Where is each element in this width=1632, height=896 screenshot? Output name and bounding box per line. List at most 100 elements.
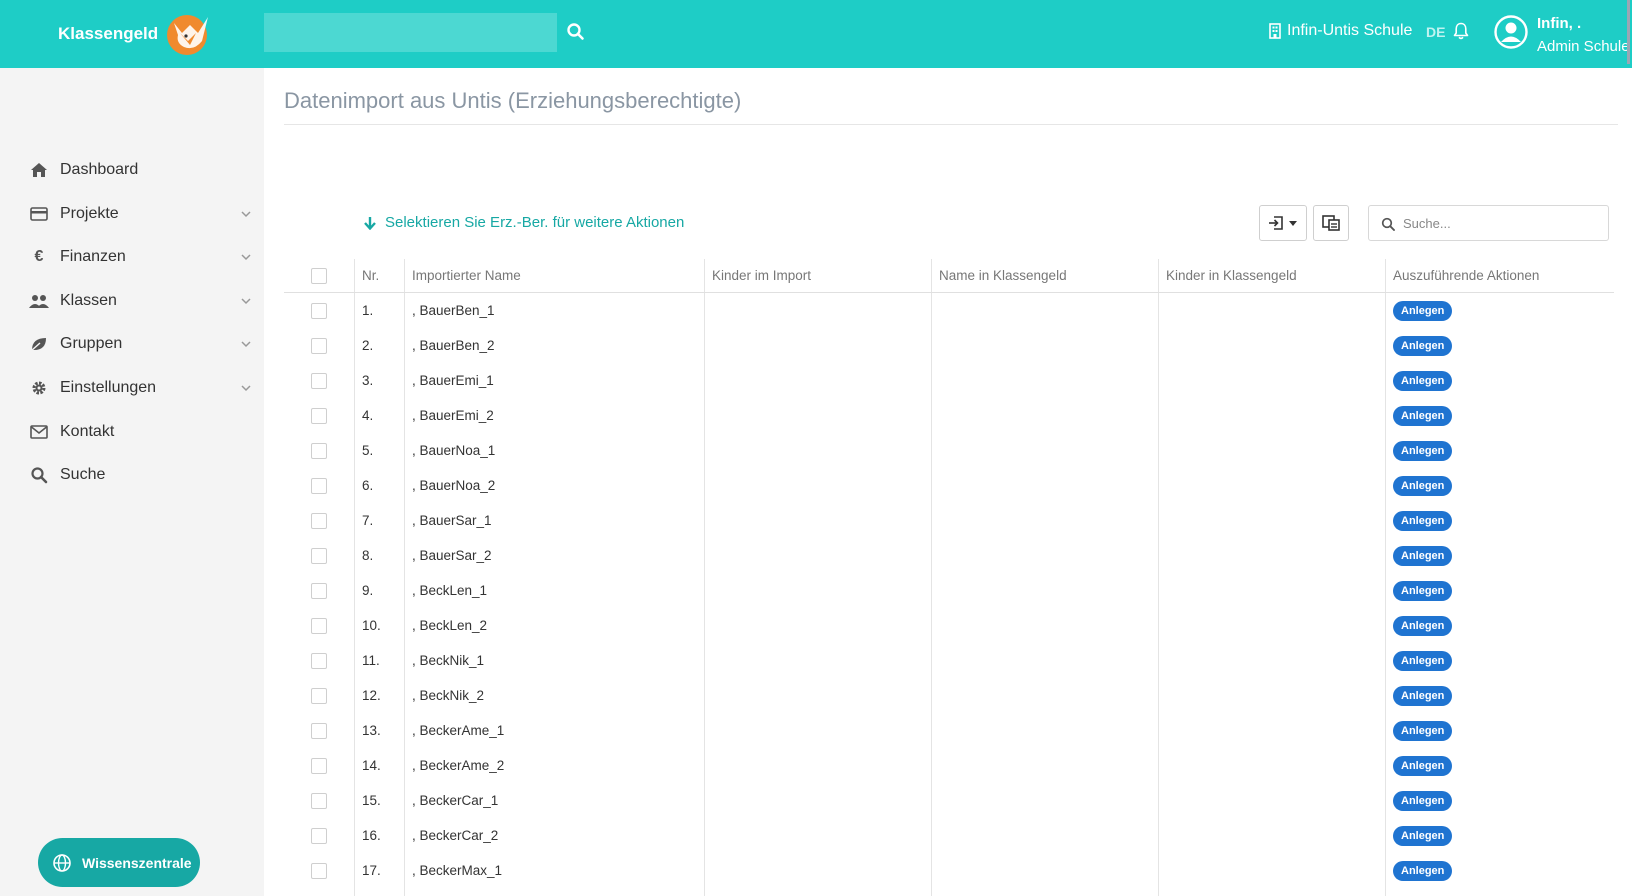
column-header-name-klassengeld[interactable]: Name in Klassengeld bbox=[931, 259, 1158, 292]
table-row[interactable]: 16. , BeckerCar_2 Anlegen bbox=[284, 818, 1614, 853]
row-checkbox[interactable] bbox=[311, 687, 327, 704]
user-name[interactable]: Infin, . bbox=[1537, 15, 1581, 32]
wissenszentrale-button[interactable]: Wissenszentrale bbox=[38, 838, 200, 887]
sidebar-item-dashboard[interactable]: Dashboard bbox=[0, 152, 264, 188]
name-klassengeld-cell bbox=[931, 818, 1158, 853]
table-row[interactable]: 11. , BeckNik_1 Anlegen bbox=[284, 643, 1614, 678]
row-checkbox[interactable] bbox=[311, 407, 327, 424]
sidebar-item-klassen[interactable]: Klassen bbox=[0, 283, 264, 319]
action-badge[interactable]: Anlegen bbox=[1393, 300, 1453, 321]
sidebar-item-einstellungen[interactable]: Einstellungen bbox=[0, 370, 264, 406]
sidebar-item-suche[interactable]: Suche bbox=[0, 457, 264, 493]
sidebar-item-finanzen[interactable]: € Finanzen bbox=[0, 239, 264, 275]
table-row[interactable]: 17. , BeckerMax_1 Anlegen bbox=[284, 853, 1614, 888]
scrollbar[interactable] bbox=[1627, 0, 1630, 64]
action-badge[interactable]: Anlegen bbox=[1393, 650, 1453, 671]
table-row[interactable]: 7. , BauerSar_1 Anlegen bbox=[284, 503, 1614, 538]
row-checkbox[interactable] bbox=[311, 547, 327, 564]
action-badge[interactable]: Anlegen bbox=[1393, 860, 1453, 881]
action-badge[interactable]: Anlegen bbox=[1393, 720, 1453, 741]
school-selector[interactable]: Infin-Untis Schule bbox=[1269, 22, 1412, 40]
sidebar-item-label: Projekte bbox=[60, 205, 119, 222]
row-number: 3. bbox=[362, 373, 374, 388]
search-icon bbox=[29, 465, 49, 485]
row-checkbox[interactable] bbox=[311, 722, 327, 739]
row-number: 14. bbox=[362, 758, 381, 773]
row-checkbox[interactable] bbox=[311, 862, 327, 879]
action-badge[interactable]: Anlegen bbox=[1393, 335, 1453, 356]
table-search-input[interactable] bbox=[1403, 212, 1599, 234]
sidebar-item-label: Dashboard bbox=[60, 161, 139, 178]
action-cell: Anlegen bbox=[1385, 573, 1614, 608]
page-title: Datenimport aus Untis (Erziehungsberecht… bbox=[284, 88, 742, 113]
row-checkbox[interactable] bbox=[311, 792, 327, 809]
action-badge[interactable]: Anlegen bbox=[1393, 545, 1453, 566]
select-all-cell bbox=[284, 259, 354, 292]
column-header-nr[interactable]: Nr. bbox=[354, 259, 404, 292]
global-search-input[interactable] bbox=[264, 13, 557, 52]
brand-name: Klassengeld bbox=[58, 24, 159, 43]
action-badge[interactable]: Anlegen bbox=[1393, 790, 1453, 811]
action-cell: Anlegen bbox=[1385, 468, 1614, 503]
action-badge[interactable]: Anlegen bbox=[1393, 755, 1453, 776]
table-row[interactable]: 15. , BeckerCar_1 Anlegen bbox=[284, 783, 1614, 818]
language-switch[interactable]: DE bbox=[1426, 24, 1445, 40]
row-number: 17. bbox=[362, 863, 381, 878]
sidebar-item-projekte[interactable]: Projekte bbox=[0, 196, 264, 232]
action-badge[interactable]: Anlegen bbox=[1393, 825, 1453, 846]
import-actions-button[interactable] bbox=[1259, 205, 1307, 241]
table-row[interactable]: 4. , BauerEmi_2 Anlegen bbox=[284, 398, 1614, 433]
action-badge[interactable]: Anlegen bbox=[1393, 615, 1453, 636]
sidebar-item-gruppen[interactable]: Gruppen bbox=[0, 326, 264, 362]
gear-icon bbox=[29, 378, 49, 398]
row-checkbox[interactable] bbox=[311, 337, 327, 354]
row-checkbox[interactable] bbox=[311, 827, 327, 844]
children-klassengeld-cell bbox=[1158, 853, 1385, 888]
action-badge[interactable]: Anlegen bbox=[1393, 510, 1453, 531]
table-search[interactable] bbox=[1368, 205, 1609, 241]
select-all-checkbox[interactable] bbox=[311, 267, 327, 284]
row-checkbox[interactable] bbox=[311, 757, 327, 774]
table-row[interactable]: 14. , BeckerAme_2 Anlegen bbox=[284, 748, 1614, 783]
action-badge[interactable]: Anlegen bbox=[1393, 370, 1453, 391]
column-header-children-klassengeld[interactable]: Kinder in Klassengeld bbox=[1158, 259, 1385, 292]
table-row[interactable]: 8. , BauerSar_2 Anlegen bbox=[284, 538, 1614, 573]
row-checkbox[interactable] bbox=[311, 372, 327, 389]
table-row[interactable]: 5. , BauerNoa_1 Anlegen bbox=[284, 433, 1614, 468]
imported-name: , BauerNoa_2 bbox=[412, 478, 496, 493]
table-row[interactable]: 12. , BeckNik_2 Anlegen bbox=[284, 678, 1614, 713]
select-hint: Selektieren Sie Erz.-Ber. für weitere Ak… bbox=[363, 214, 684, 231]
columns-toggle-button[interactable] bbox=[1313, 205, 1349, 241]
divider bbox=[284, 124, 1618, 125]
sidebar-item-kontakt[interactable]: Kontakt bbox=[0, 414, 264, 450]
table-row[interactable]: 2. , BauerBen_2 Anlegen bbox=[284, 328, 1614, 363]
row-checkbox[interactable] bbox=[311, 617, 327, 634]
row-checkbox[interactable] bbox=[311, 302, 327, 319]
column-header-children-import[interactable]: Kinder im Import bbox=[704, 259, 931, 292]
row-checkbox[interactable] bbox=[311, 442, 327, 459]
column-header-imported-name[interactable]: Importierter Name bbox=[404, 259, 704, 292]
bell-icon[interactable] bbox=[1453, 22, 1469, 40]
table-row[interactable]: 13. , BeckerAme_1 Anlegen bbox=[284, 713, 1614, 748]
users-icon bbox=[29, 291, 49, 311]
row-checkbox[interactable] bbox=[311, 582, 327, 599]
action-badge[interactable]: Anlegen bbox=[1393, 405, 1453, 426]
table-row[interactable]: 1. , BauerBen_1 Anlegen bbox=[284, 293, 1614, 328]
avatar[interactable] bbox=[1494, 15, 1528, 49]
row-checkbox[interactable] bbox=[311, 652, 327, 669]
action-badge[interactable]: Anlegen bbox=[1393, 685, 1453, 706]
row-number: 11. bbox=[362, 653, 380, 668]
row-checkbox[interactable] bbox=[311, 512, 327, 529]
row-checkbox[interactable] bbox=[311, 477, 327, 494]
brand[interactable]: Klassengeld bbox=[58, 10, 214, 58]
table-row[interactable]: 10. , BeckLen_2 Anlegen bbox=[284, 608, 1614, 643]
table-row[interactable]: 9. , BeckLen_1 Anlegen bbox=[284, 573, 1614, 608]
search-icon[interactable] bbox=[566, 22, 586, 42]
children-klassengeld-cell bbox=[1158, 608, 1385, 643]
table-row[interactable]: 3. , BauerEmi_1 Anlegen bbox=[284, 363, 1614, 398]
action-badge[interactable]: Anlegen bbox=[1393, 440, 1453, 461]
column-header-actions[interactable]: Auszuführende Aktionen bbox=[1385, 259, 1614, 292]
action-badge[interactable]: Anlegen bbox=[1393, 580, 1453, 601]
action-badge[interactable]: Anlegen bbox=[1393, 475, 1453, 496]
table-row[interactable]: 6. , BauerNoa_2 Anlegen bbox=[284, 468, 1614, 503]
